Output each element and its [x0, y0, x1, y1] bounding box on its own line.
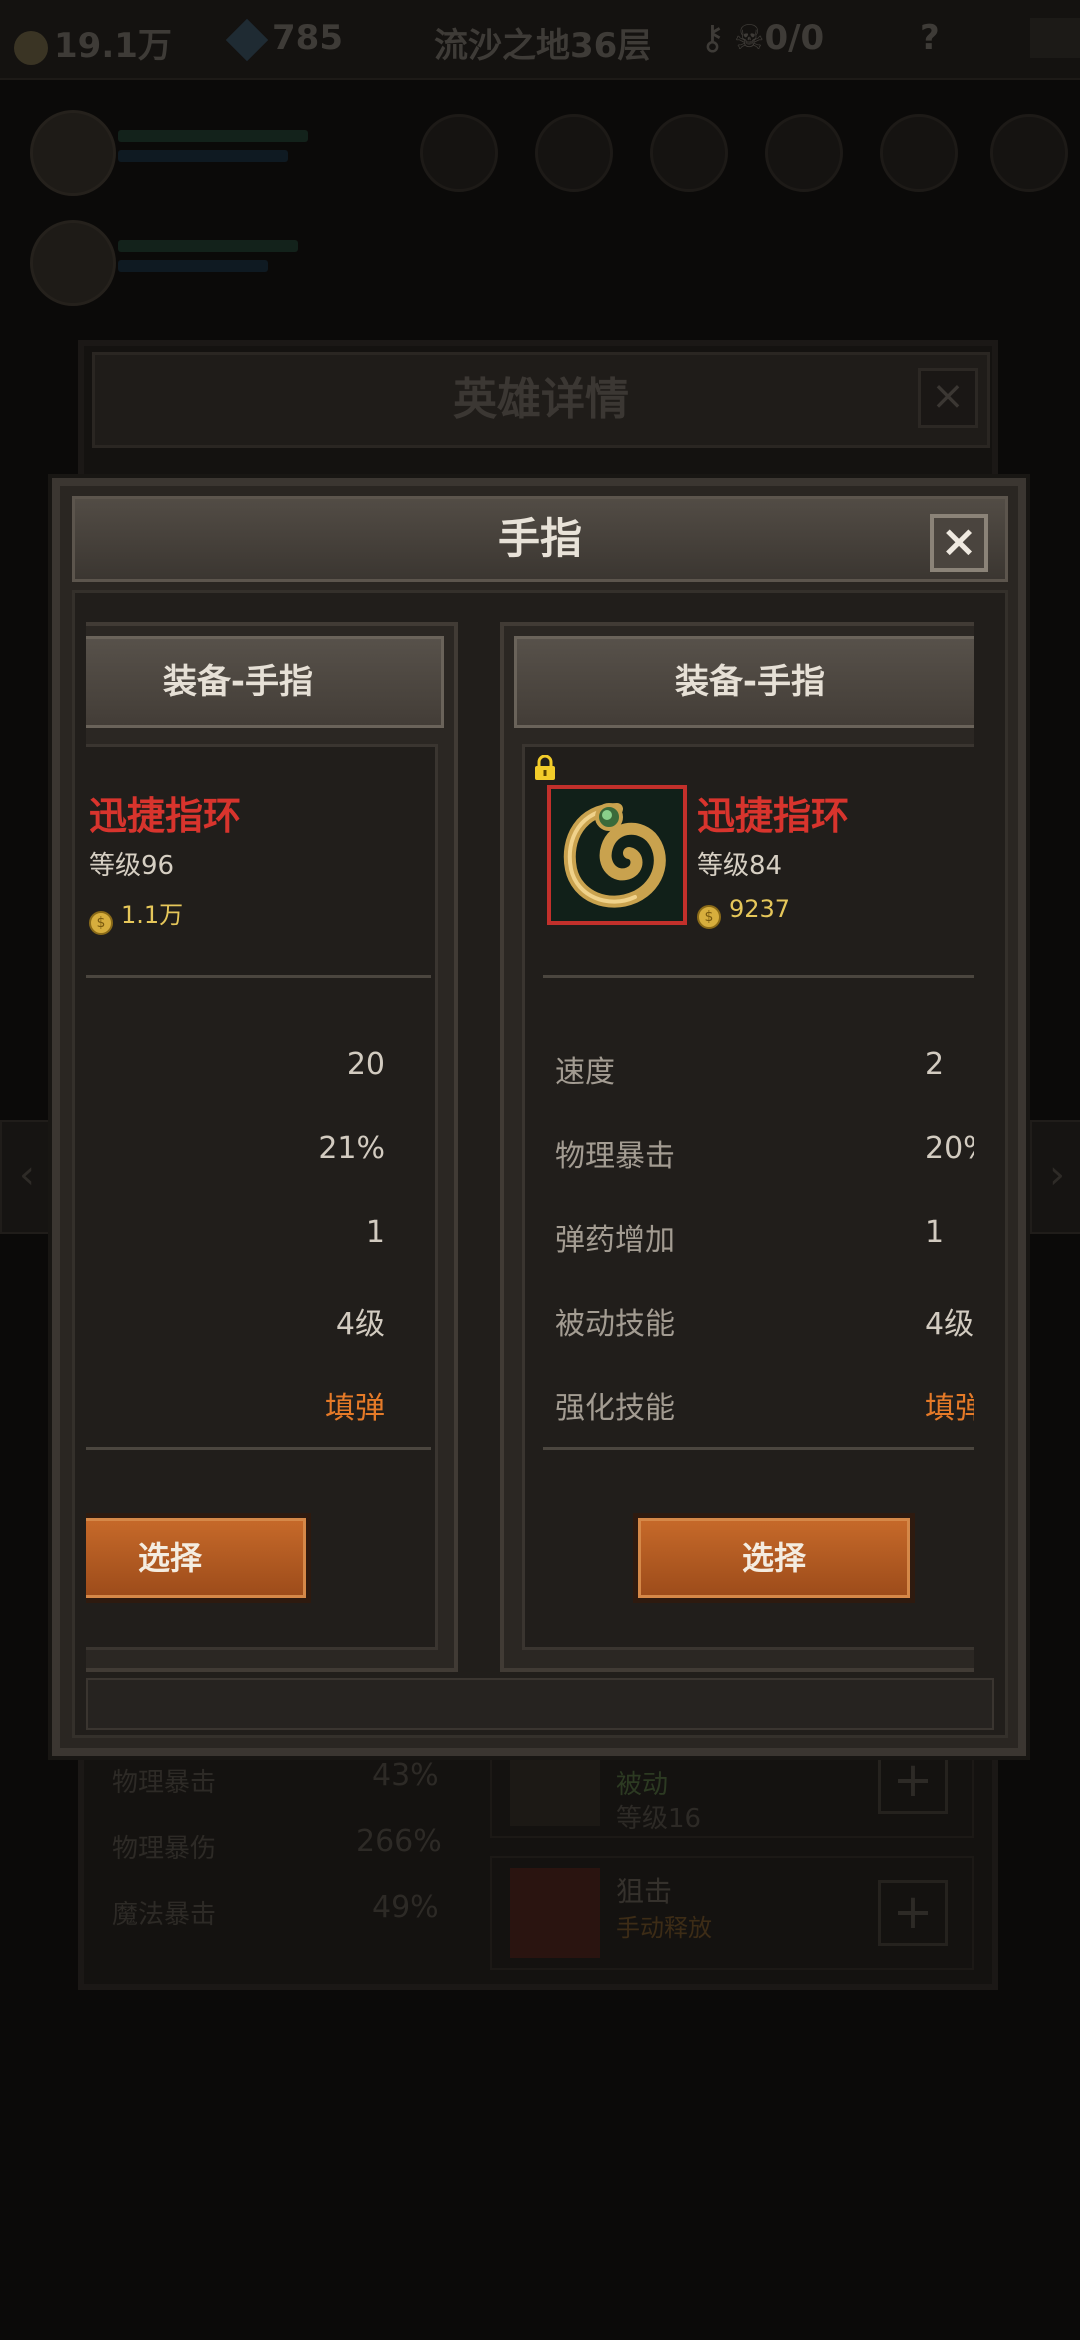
stat-label: 物理暴伤 — [112, 1834, 217, 1864]
item-name: 迅捷指环 — [697, 794, 850, 838]
item-icon[interactable] — [547, 785, 687, 925]
stat-value: 20% — [925, 1131, 974, 1166]
crosshair-icon — [510, 1868, 600, 1958]
stat-value: 49% — [372, 1890, 439, 1925]
gem-value: 785 — [272, 18, 343, 58]
hero-portrait[interactable] — [30, 110, 116, 196]
divider — [543, 1447, 974, 1450]
skill-type: 手动释放 — [616, 1914, 712, 1942]
stat-value: 1 — [365, 1215, 385, 1250]
divider — [543, 975, 974, 978]
stat-label: 魔法暴击 — [112, 1900, 217, 1930]
ring-icon — [551, 789, 683, 921]
top-resource-bar: 19.1万 785 流沙之地36层 ⚷ ☠0/0 ? — [0, 0, 1080, 80]
hero-hp-bar — [118, 240, 298, 252]
modal-title: 手指 — [72, 496, 1008, 582]
equipment-card-left: 装备-手指 迅捷指环 等级96 $1.1万 20 21% 1 4级 填弹 选择 — [86, 622, 458, 1672]
stat-value: 266% — [356, 1824, 442, 1859]
skill-row[interactable]: 狙击 手动释放 + — [490, 1856, 974, 1970]
coin-icon — [14, 30, 48, 65]
stat-value: 4级 — [925, 1307, 974, 1342]
stat-label: 速度 — [555, 1055, 615, 1090]
left-card-clip: 装备-手指 迅捷指环 等级96 $1.1万 20 21% 1 4级 填弹 选择 — [86, 622, 458, 1672]
equipment-card-right: 装备-手指 迅捷指环 等级84 $9237 速度 2 物理暴击 20 弹药增加 … — [500, 622, 974, 1672]
item-level: 等级96 — [89, 851, 175, 881]
equip-slot[interactable] — [765, 114, 843, 192]
stat-value: 21% — [318, 1131, 385, 1166]
stat-value: 20 — [346, 1047, 385, 1082]
gold-value: 19.1万 — [54, 26, 172, 66]
arrow-right-icon[interactable]: › — [1030, 1120, 1080, 1234]
gold-counter: 19.1万 — [14, 18, 172, 67]
gem-counter: 785 — [225, 18, 343, 61]
equip-slot[interactable] — [650, 114, 728, 192]
price-value: 9237 — [729, 895, 791, 923]
equip-slot[interactable] — [535, 114, 613, 192]
add-skill-button[interactable]: + — [878, 1748, 948, 1814]
close-icon[interactable]: × — [918, 368, 978, 428]
stat-label: 弹药增加 — [555, 1223, 675, 1258]
coin-icon: $ — [697, 905, 721, 929]
price-value: 1.1万 — [121, 901, 184, 929]
card-header: 装备-手指 — [86, 636, 444, 728]
item-level: 等级84 — [697, 851, 783, 881]
hero-portrait[interactable] — [30, 220, 116, 306]
item-name: 迅捷指环 — [89, 794, 242, 838]
floor-label: 流沙之地36层 — [434, 26, 652, 66]
equip-slot[interactable] — [880, 114, 958, 192]
skill-level: 等级16 — [616, 1804, 702, 1834]
close-icon[interactable]: × — [930, 514, 988, 572]
stat-value: 43% — [372, 1758, 439, 1793]
help-icon[interactable]: ? — [920, 18, 940, 58]
card-content: 迅捷指环 等级96 $1.1万 20 21% 1 4级 填弹 选择 — [86, 744, 438, 1650]
item-price: $9237 — [697, 895, 790, 929]
hero-hp-bar — [118, 130, 308, 142]
right-card-clip: 装备-手指 迅捷指环 等级84 $9237 速度 2 物理暴击 20 弹药增加 … — [500, 622, 974, 1672]
select-button[interactable]: 选择 — [86, 1513, 311, 1603]
divider — [86, 975, 431, 978]
card-header: 装备-手指 — [514, 636, 974, 728]
hero-detail-title: 英雄详情 — [92, 352, 990, 448]
menu-icon[interactable] — [1030, 18, 1080, 58]
divider — [86, 1447, 431, 1450]
skull-counter: ☠0/0 — [734, 18, 824, 58]
equip-slot[interactable] — [420, 114, 498, 192]
hero-mp-bar — [118, 260, 268, 272]
hero-mp-bar — [118, 150, 288, 162]
skill-name: 狙击 — [616, 1875, 673, 1908]
hero-row[interactable] — [0, 210, 1080, 320]
coin-icon: $ — [89, 911, 113, 935]
skull-icon: ☠ — [734, 18, 765, 58]
skill-type: 被动 — [616, 1770, 669, 1800]
select-button[interactable]: 选择 — [633, 1513, 915, 1603]
card-content: 迅捷指环 等级84 $9237 速度 2 物理暴击 20% 弹药增加 1 被动技… — [522, 744, 974, 1650]
stat-value: 填弹 — [925, 1391, 974, 1426]
modal-footer-strip — [86, 1678, 994, 1730]
stat-value: 1 — [925, 1215, 945, 1250]
stat-value: 填弹 — [325, 1391, 385, 1426]
arrow-left-icon[interactable]: ‹ — [0, 1120, 54, 1234]
stat-label: 被动技能 — [555, 1307, 675, 1342]
stat-label: 物理暴击 — [555, 1139, 675, 1174]
stat-label: 强化技能 — [555, 1391, 675, 1426]
lock-icon[interactable] — [533, 755, 557, 781]
add-skill-button[interactable]: + — [878, 1880, 948, 1946]
hero-row[interactable] — [0, 100, 1080, 210]
key-icon: ⚷ — [700, 18, 725, 58]
equip-slot[interactable] — [990, 114, 1068, 192]
gem-icon — [225, 18, 269, 61]
stat-label: 物理暴击 — [112, 1768, 217, 1798]
item-price: $1.1万 — [89, 895, 183, 935]
stat-value: 2 — [925, 1047, 945, 1082]
skull-value: 0/0 — [764, 18, 825, 58]
stat-value: 4级 — [335, 1307, 385, 1342]
